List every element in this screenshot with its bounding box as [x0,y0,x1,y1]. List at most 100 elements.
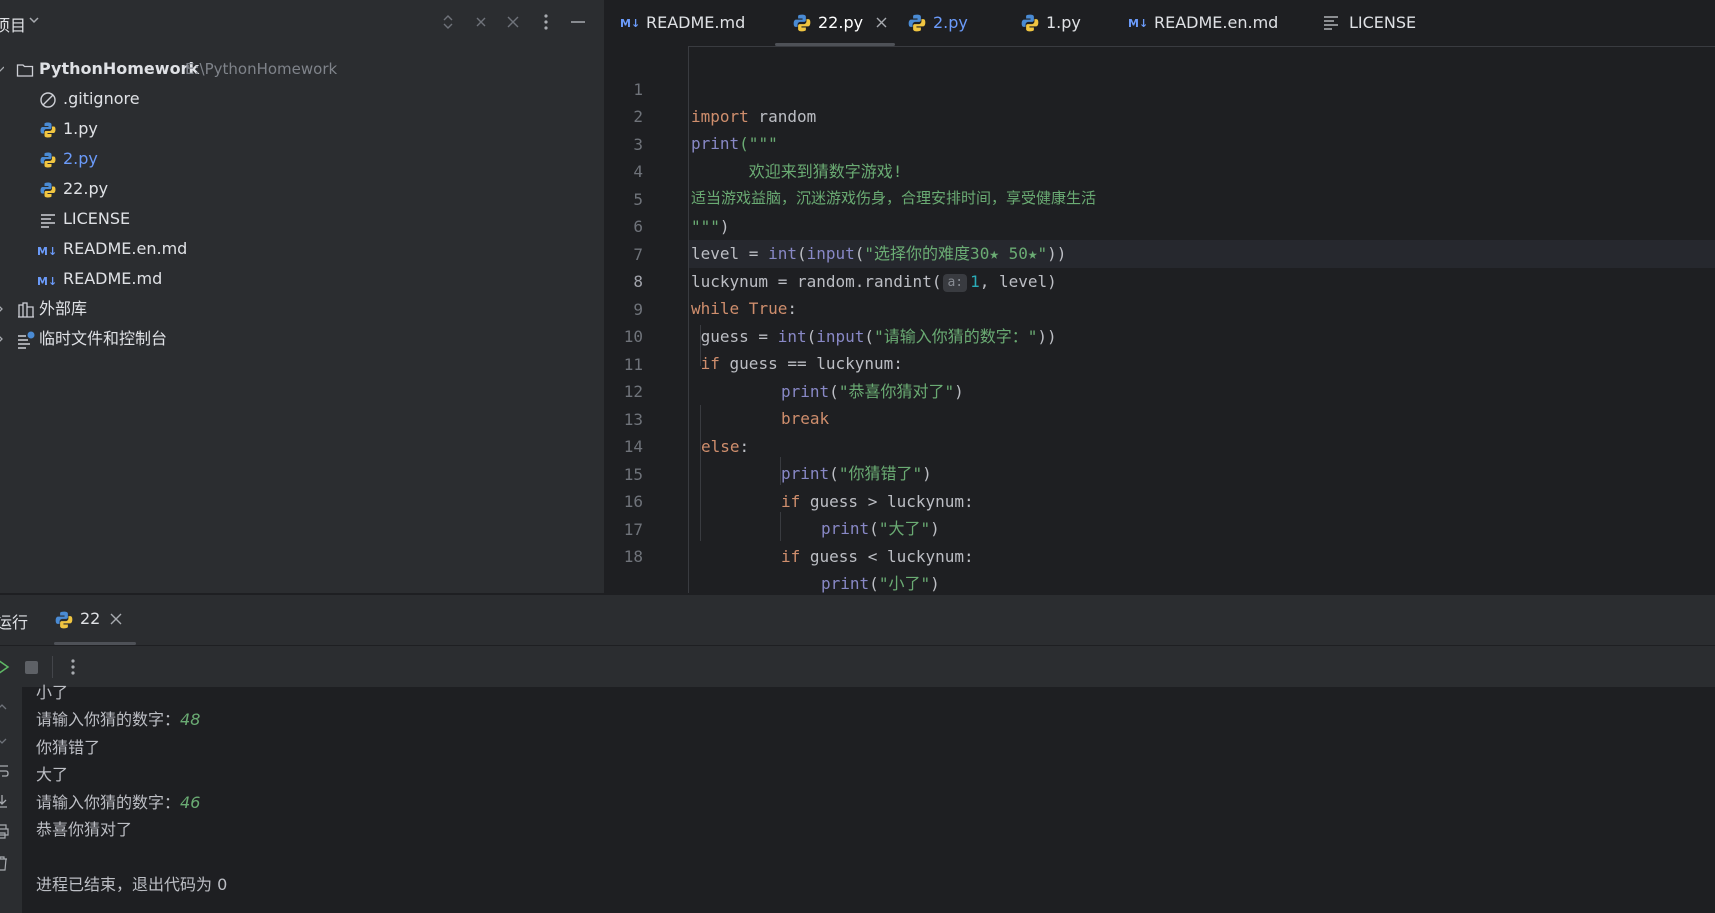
run-tab-label: 22 [80,609,101,628]
code-line[interactable]: 15 if guess > luckynum: [605,434,1715,511]
tree-item-readme-en[interactable]: M↓ README.en.md [0,234,604,264]
tab-readme-en-md[interactable]: M↓ README.en.md [1128,0,1278,46]
code-line[interactable]: 4 适当游戏益脑，沉迷游戏伤身，合理安排时间，享受健康生活 [605,131,1715,207]
tree-item-22py[interactable]: 22.py [0,174,604,204]
project-panel-title[interactable]: 项目 [0,12,26,36]
console-line: 大了 [36,765,69,784]
scroll-to-end-icon[interactable] [0,793,10,809]
close-icon[interactable] [876,17,887,28]
stop-icon[interactable] [24,660,39,675]
folder-icon [16,64,34,77]
run-panel-title[interactable]: 运行 [0,609,28,633]
console-line: 你猜错了 [36,738,101,757]
python-file-icon [40,122,56,138]
python-file-icon [1021,14,1039,32]
tree-item-1py[interactable]: 1.py [0,114,604,144]
code-line[interactable]: 5 """) [605,159,1715,236]
tree-item-readme[interactable]: M↓ README.md [0,264,604,294]
tree-scratches[interactable]: 临时文件和控制台 [0,324,604,354]
rerun-icon[interactable] [0,658,10,676]
code-line[interactable]: 6 level = int(input("选择你的难度30★ 50★")) [605,186,1715,263]
chevron-right-icon[interactable] [0,335,4,343]
token: print [821,574,870,593]
svg-text:M↓: M↓ [37,275,57,288]
print-icon[interactable] [0,823,10,839]
minimize-icon[interactable] [568,12,588,32]
tree-item-label: 22.py [63,179,109,198]
console-line: 小了 [36,683,69,702]
project-panel-header: 项目 [0,0,604,44]
console-line: 请输入你猜的数字：48 [36,710,201,729]
more-options-icon[interactable] [64,657,82,677]
tree-item-2py[interactable]: 2.py [0,144,604,174]
token: ( [869,574,879,593]
close-icon[interactable] [110,613,122,625]
arrow-up-icon[interactable] [0,701,8,713]
tab-2py[interactable]: 2.py [907,0,992,46]
tree-item-label: 1.py [63,119,98,138]
chevron-down-icon[interactable] [28,14,40,26]
chevron-right-icon[interactable] [0,305,4,313]
tab-22py[interactable]: 22.py [792,0,902,46]
tree-item-label: .gitignore [63,89,140,108]
code-line[interactable]: 2 print(""" [605,76,1715,153]
tab-license[interactable]: LICENSE [1323,0,1423,46]
code-line[interactable]: 17 if guess < luckynum: [605,489,1715,566]
run-toolbar [0,645,1715,688]
tree-external-libraries[interactable]: 外部库 [0,294,604,324]
tab-readme-md[interactable]: M↓ README.md [620,0,755,46]
tree-item-license[interactable]: LICENSE [0,204,604,234]
token: ) [930,574,940,593]
code-line-current[interactable]: 8 while True: [605,241,1715,318]
code-line[interactable]: 12 break [605,351,1715,428]
arrow-down-icon[interactable] [0,735,8,747]
console-user-input: 48 [180,710,201,729]
library-icon [18,302,34,318]
markdown-file-icon: M↓ [37,275,57,288]
code-line[interactable]: 13 else: [605,379,1715,456]
run-panel-header: 运行 22 [0,595,1715,645]
editor-area: M↓ README.md 22.py 2.py 1.py M↓ README.e… [605,0,1715,593]
hide-icon[interactable] [503,12,523,32]
console-output[interactable]: 小了 请输入你猜的数字：48 你猜错了 大了 请输入你猜的数字：46 恭喜你猜对… [22,683,1715,913]
expand-all-icon[interactable] [438,12,458,32]
code-line[interactable]: 18 print("小了") [605,516,1715,593]
more-options-icon[interactable] [536,12,556,32]
code-line[interactable]: 7 luckynum = random.randint(a: 1, level) [605,214,1715,292]
code-line[interactable]: 16 print("大了") [605,461,1715,538]
code-line[interactable]: 10 if guess == luckynum: [605,296,1715,373]
tab-label: 22.py [818,13,864,32]
chevron-down-icon[interactable] [0,65,4,73]
run-panel: 运行 22 小了 请输入你猜的数字：48 你猜错了 大了 请输入你猜的数字：46… [0,594,1715,913]
python-file-icon [55,611,73,629]
tree-item-label: LICENSE [63,209,131,228]
tree-item-label: README.en.md [63,239,188,258]
code-line[interactable]: 11 print("恭喜你猜对了") [605,324,1715,401]
token: guess < luckynum: [800,547,974,566]
console-side-toolbar [0,687,22,913]
markdown-file-icon: M↓ [1128,17,1148,30]
code-line[interactable]: 9 guess = int(input("请输入你猜的数字：")) [605,269,1715,346]
tree-item-label: 外部库 [39,299,88,318]
tree-root-name: PythonHomework [39,59,200,78]
trash-icon[interactable] [0,855,10,871]
code-line[interactable]: 1 import random [605,49,1715,126]
active-tab-indicator [775,43,895,46]
tree-root-folder[interactable]: PythonHomework E:\PythonHomework [0,54,604,84]
python-file-icon [908,14,926,32]
code-line[interactable]: 3 欢迎来到猜数字游戏! [605,104,1715,181]
tree-item-gitignore[interactable]: .gitignore [0,84,604,114]
ignored-file-icon [40,92,56,108]
tab-1py[interactable]: 1.py [1020,0,1105,46]
svg-text:M↓: M↓ [1128,17,1148,30]
toolbar-divider [52,656,53,678]
soft-wrap-icon[interactable] [0,763,10,779]
text-file-icon [41,214,55,228]
run-tab-22[interactable]: 22 [54,595,136,645]
collapse-all-icon[interactable] [471,12,491,32]
console-user-input: 46 [180,793,201,812]
tab-label: 1.py [1046,13,1081,32]
text-file-icon [1324,16,1338,30]
code-line[interactable]: 14 print("你猜错了") [605,406,1715,483]
python-file-icon [40,152,56,168]
